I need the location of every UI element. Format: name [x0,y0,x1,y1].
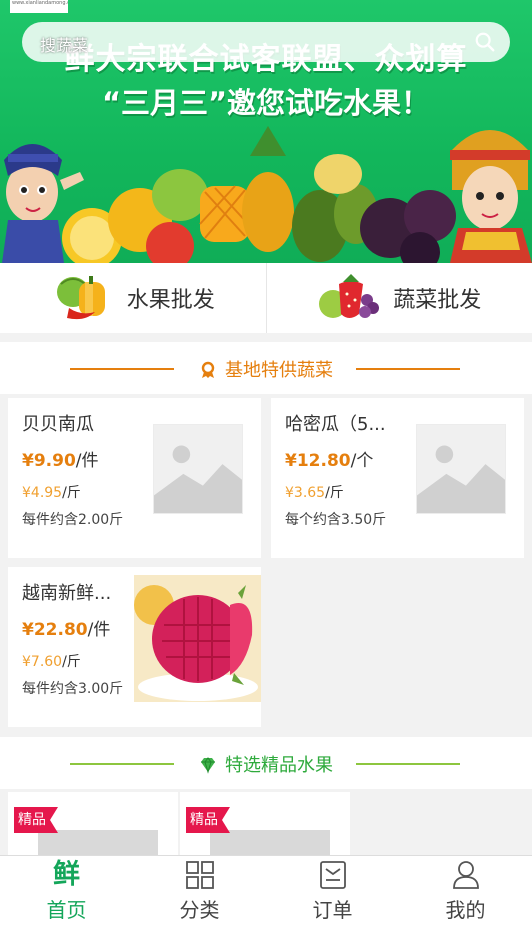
unit-price-value: ¥4.95 [22,485,63,501]
section-title-text: 基地特供蔬菜 [225,360,333,381]
product-weight-note: 每件约含3.00斤 [22,681,124,697]
tab-label: 分类 [179,898,220,922]
product-card[interactable]: 越南新鲜... ¥22.80/件 ¥7.60/斤 每件约含3.00斤 [8,567,261,727]
category-vegetable-wholesale[interactable]: 蔬菜批发 [265,263,532,333]
fruit-illustration [2,126,532,263]
product-unit-price: ¥7.60/斤 [22,651,81,671]
section-header-fruits: 特选精品水果 [0,737,532,789]
unit-price-value: ¥3.65 [285,485,326,501]
profile-icon [452,861,479,889]
tab-profile[interactable]: 我的 [399,856,532,925]
promo-banner[interactable]: www.xianliandamong.com 鲜大宗联合试客联盟、众划算 “三月… [0,0,532,263]
vegetable-basket-icon [319,274,380,318]
price-unit: /件 [75,451,99,471]
category-fruit-label: 水果批发 [126,288,215,313]
section-header-vegetables: 基地特供蔬菜 [0,342,532,394]
unit-price-unit: /斤 [62,654,81,670]
ribbon-icon [201,361,215,378]
product-name: 越南新鲜... [22,583,112,604]
product-unit-price: ¥4.95/斤 [22,482,81,502]
category-vegetable-label: 蔬菜批发 [393,288,482,313]
order-icon [319,861,346,889]
premium-product-card[interactable]: 精品 [8,792,178,862]
tab-label: 订单 [312,898,353,922]
product-unit-price: ¥3.65/斤 [285,482,344,502]
product-weight-note: 每件约含2.00斤 [22,512,124,528]
price-unit: /件 [87,620,111,640]
tab-category[interactable]: 分类 [133,856,266,925]
tab-label: 首页 [46,898,87,922]
dragon-fruit-photo [134,575,261,702]
tab-label: 我的 [445,898,486,922]
fruit-basket-icon [56,276,105,320]
image-placeholder-icon [153,424,243,514]
banner-subline: “三月三”邀您试吃水果！ [101,86,431,120]
diamond-icon [201,757,215,774]
category-row: 水果批发 蔬菜批发 [0,263,532,333]
unit-price-unit: /斤 [62,485,81,501]
home-fresh-icon: 鲜 [53,859,80,890]
product-name: 哈密瓜（5... [285,414,386,435]
price-unit: /个 [350,451,374,471]
price-value: ¥12.80 [285,451,351,471]
unit-price-value: ¥7.60 [22,654,63,670]
premium-product-card[interactable]: 精品 [180,792,350,862]
search-placeholder: 搜蔬菜 [40,36,89,55]
section-title-text: 特选精品水果 [225,755,333,776]
unit-price-unit: /斤 [325,485,344,501]
site-logo-strip: www.xianliandamong.com [10,0,68,13]
product-weight-note: 每个约含3.50斤 [285,512,387,528]
premium-badge: 精品 [186,807,230,833]
search-icon[interactable] [474,31,496,53]
product-card[interactable]: 贝贝南瓜 ¥9.90/件 ¥4.95/斤 每件约含2.00斤 [8,398,261,558]
category-grid-icon [185,861,214,889]
image-placeholder-icon [416,424,506,514]
product-price: ¥12.80/个 [285,446,373,471]
premium-badge: 精品 [14,807,58,833]
product-card[interactable]: 哈密瓜（5... ¥12.80/个 ¥3.65/斤 每个约含3.50斤 [271,398,524,558]
price-value: ¥22.80 [22,620,88,640]
bottom-tab-bar: 鲜 首页 分类 订单 我的 [0,855,532,925]
product-name: 贝贝南瓜 [22,414,94,435]
divider-line [356,763,460,765]
price-value: ¥9.90 [22,451,76,471]
tab-orders[interactable]: 订单 [266,856,399,925]
tab-home[interactable]: 鲜 首页 [0,856,133,925]
product-price: ¥22.80/件 [22,615,110,640]
divider-line [356,368,460,370]
search-bar[interactable]: 搜蔬菜 [22,22,510,62]
product-price: ¥9.90/件 [22,446,99,471]
category-fruit-wholesale[interactable]: 水果批发 [0,263,266,333]
